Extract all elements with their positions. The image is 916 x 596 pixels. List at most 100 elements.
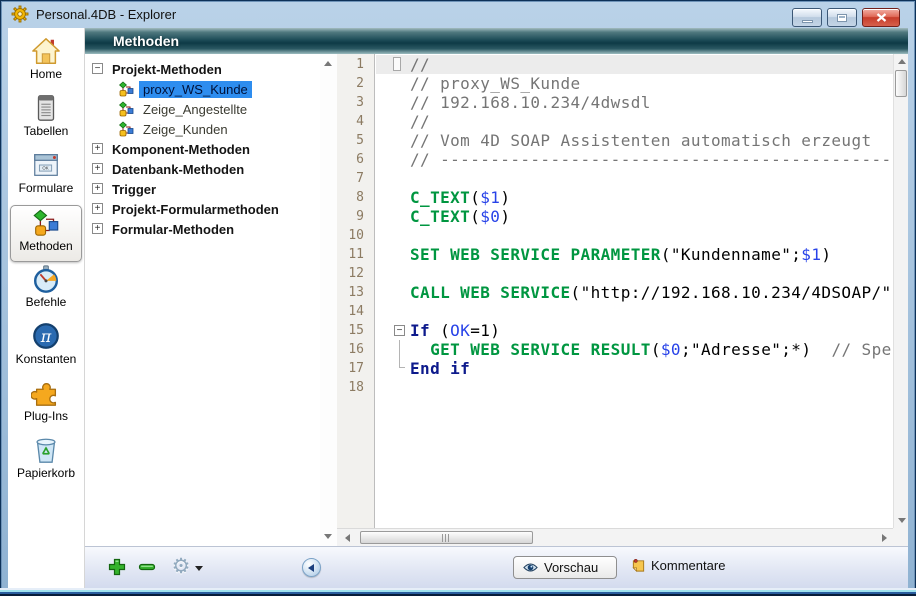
tree-method-label: proxy_WS_Kunde — [139, 81, 252, 98]
tree-method-item[interactable]: proxy_WS_Kunde — [85, 79, 337, 99]
line-number: 10 — [337, 226, 374, 245]
collapse-panel-button[interactable] — [302, 558, 321, 577]
content-column: Methoden −Projekt-Methoden proxy_WS_Kunde… — [85, 28, 908, 588]
line-number: 4 — [337, 112, 374, 131]
code-line[interactable]: // -------------------------------------… — [376, 150, 893, 169]
line-number: 8 — [337, 188, 374, 207]
code-line[interactable] — [376, 302, 893, 321]
editor-vertical-scrollbar[interactable] — [893, 54, 908, 528]
tree-method-item[interactable]: Zeige_Angestellte — [85, 99, 337, 119]
title-bar[interactable]: Personal.4DB - Explorer — [0, 0, 916, 28]
code-line[interactable]: // proxy_WS_Kunde — [376, 74, 893, 93]
code-line[interactable]: −If (OK=1) — [376, 321, 893, 340]
code-line[interactable] — [376, 264, 893, 283]
code-line[interactable]: // 192.168.10.234/4dwsdl — [376, 93, 893, 112]
expand-box-icon[interactable]: + — [92, 143, 103, 154]
code-line[interactable]: CALL WEB SERVICE("http://192.168.10.234/… — [376, 283, 893, 302]
tables-icon — [31, 93, 61, 123]
scrollbar-corner — [893, 528, 908, 546]
tree-method-label: Zeige_Angestellte — [139, 101, 251, 118]
code-token: $1 — [480, 188, 500, 207]
tree-category[interactable]: +Projekt-Formularmethoden — [85, 199, 337, 219]
code-token — [410, 340, 430, 359]
scroll-right-arrow-icon[interactable] — [877, 530, 892, 545]
code-token: ( — [430, 321, 450, 340]
tree-scrollbar[interactable] — [320, 54, 337, 546]
code-line[interactable]: // — [376, 55, 893, 74]
expand-box-icon[interactable]: + — [92, 183, 103, 194]
options-gear-button[interactable]: ⚙ — [169, 554, 193, 580]
vertical-scroll-thumb[interactable] — [895, 70, 907, 97]
scroll-down-arrow-icon[interactable] — [894, 513, 909, 528]
add-method-button[interactable] — [107, 557, 127, 577]
code-token: ) — [821, 245, 831, 264]
panel-title: Methoden — [113, 33, 179, 49]
code-line[interactable]: SET WEB SERVICE PARAMETER("Kundenname";$… — [376, 245, 893, 264]
code-area[interactable]: //// proxy_WS_Kunde// 192.168.10.234/4dw… — [376, 54, 893, 528]
app-logo-icon — [11, 5, 29, 23]
scroll-up-arrow-icon[interactable] — [320, 56, 335, 71]
tree-category-label: Komponent-Methoden — [112, 142, 250, 157]
app-window: Personal.4DB - Explorer HomeTabellenOKFo… — [0, 0, 916, 596]
close-button[interactable] — [862, 8, 900, 27]
sidebar-item-konstanten[interactable]: πKonstanten — [10, 319, 82, 376]
code-editor: 123456789101112131415161718 //// proxy_W… — [337, 54, 908, 546]
code-line[interactable]: End if — [376, 359, 893, 378]
code-line[interactable]: C_TEXT($1) — [376, 188, 893, 207]
delete-method-button[interactable] — [137, 557, 157, 577]
sidebar-item-plugins[interactable]: Plug-Ins — [10, 376, 82, 433]
sidebar-item-tabellen[interactable]: Tabellen — [10, 91, 82, 148]
method-icon — [118, 81, 134, 97]
code-line[interactable]: C_TEXT($0) — [376, 207, 893, 226]
sidebar-item-formulare[interactable]: OKFormulare — [10, 148, 82, 205]
line-number: 11 — [337, 245, 374, 264]
svg-text:π: π — [40, 327, 52, 346]
bottom-toolbar: ⚙ Vorschau — [85, 546, 908, 588]
minimize-button[interactable] — [792, 8, 822, 27]
code-token: C_TEXT — [410, 188, 470, 207]
expand-box-icon[interactable]: + — [92, 223, 103, 234]
code-token: ( — [470, 188, 480, 207]
tree-category[interactable]: −Projekt-Methoden — [85, 59, 337, 79]
maximize-button[interactable] — [827, 8, 857, 27]
expand-box-icon[interactable]: + — [92, 203, 103, 214]
sidebar-item-home[interactable]: Home — [10, 34, 82, 91]
scroll-up-arrow-icon[interactable] — [894, 54, 909, 69]
collapse-box-icon[interactable]: − — [92, 63, 103, 74]
code-line[interactable] — [376, 169, 893, 188]
scroll-left-arrow-icon[interactable] — [340, 530, 355, 545]
expand-box-icon[interactable]: + — [92, 163, 103, 174]
fold-collapse-icon[interactable]: − — [394, 325, 405, 336]
tree-category[interactable]: +Trigger — [85, 179, 337, 199]
code-token: $1 — [801, 245, 821, 264]
code-token: $0 — [661, 340, 681, 359]
preview-button[interactable]: Vorschau — [513, 556, 617, 579]
sidebar-item-label: Formulare — [19, 181, 74, 195]
code-line[interactable] — [376, 378, 893, 397]
code-line[interactable]: GET WEB SERVICE RESULT($0;"Adresse";*) /… — [376, 340, 893, 359]
preview-button-label: Vorschau — [544, 560, 598, 575]
tree-category[interactable]: +Datenbank-Methoden — [85, 159, 337, 179]
tree-category[interactable]: +Formular-Methoden — [85, 219, 337, 239]
sidebar-item-befehle[interactable]: Befehle — [10, 262, 82, 319]
comments-toggle[interactable]: Kommentare — [631, 558, 725, 573]
method-tree: −Projekt-Methoden proxy_WS_Kunde Zeige_Ang… — [85, 59, 337, 239]
sidebar-item-papierkorb[interactable]: Papierkorb — [10, 433, 82, 490]
code-line[interactable]: // — [376, 112, 893, 131]
code-token: ( — [470, 207, 480, 226]
horizontal-scroll-thumb[interactable] — [360, 531, 533, 544]
methods-icon — [31, 208, 61, 238]
tree-category[interactable]: + Komponent-Methoden — [85, 139, 337, 159]
sidebar-item-methoden[interactable]: Methoden — [10, 205, 82, 262]
editor-horizontal-scrollbar[interactable] — [337, 528, 893, 546]
text-caret — [393, 57, 401, 71]
tree-method-item[interactable]: Zeige_Kunden — [85, 119, 337, 139]
constants-icon: π — [31, 321, 61, 351]
scroll-down-arrow-icon[interactable] — [320, 529, 335, 544]
window-controls — [792, 8, 900, 27]
gear-dropdown-arrow-icon[interactable] — [195, 566, 203, 571]
thumb-grip — [442, 534, 451, 542]
code-token: // Vom 4D SOAP Assistenten automatisch e… — [410, 131, 872, 150]
code-line[interactable]: // Vom 4D SOAP Assistenten automatisch e… — [376, 131, 893, 150]
code-line[interactable] — [376, 226, 893, 245]
